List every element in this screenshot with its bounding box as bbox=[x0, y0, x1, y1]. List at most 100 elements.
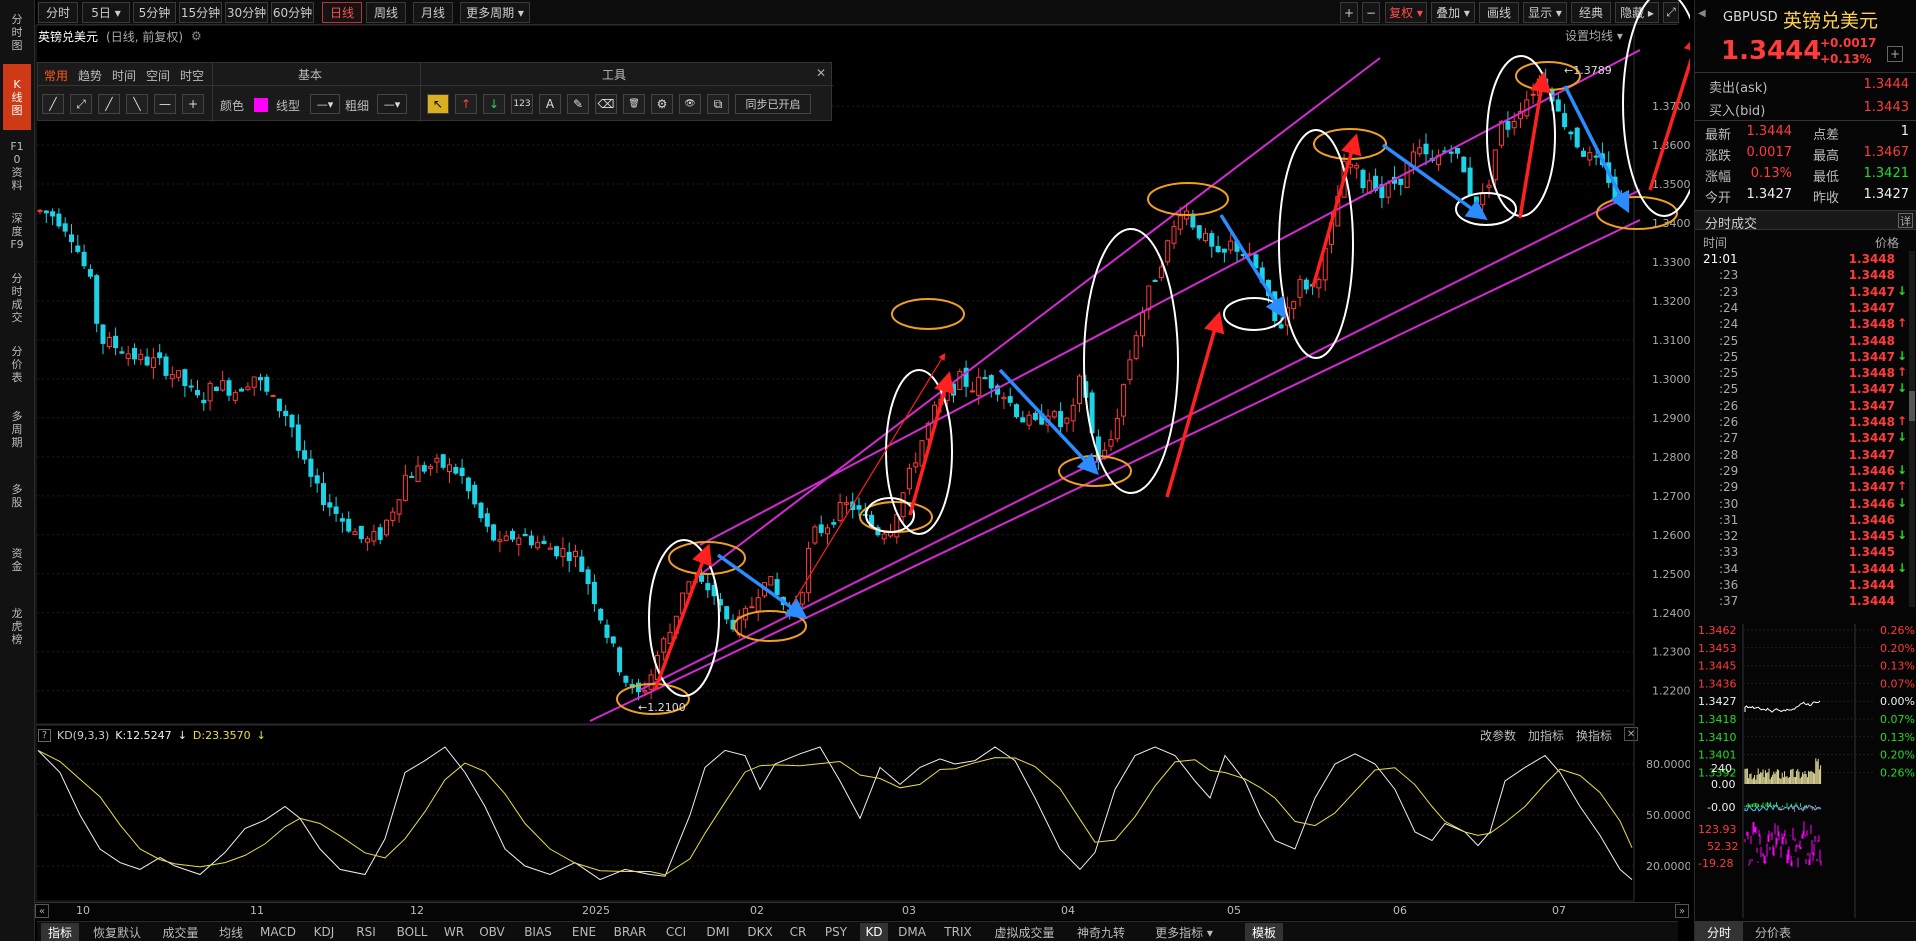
color-swatch[interactable] bbox=[254, 98, 268, 112]
kd-header: ? KD(9,3,3) K:12.5247 ↓ D:23.3570 ↓ bbox=[38, 727, 266, 743]
indicator-tab-3[interactable]: 均线 bbox=[212, 923, 250, 941]
candle bbox=[560, 537, 566, 567]
draw-tool-0-icon[interactable]: ╱ bbox=[42, 94, 64, 114]
indicator-tab-19[interactable]: DMA bbox=[894, 923, 930, 941]
indicator-tab-1[interactable]: 恢复默认 bbox=[85, 923, 149, 941]
mark-tool-2-icon[interactable]: ↓ bbox=[483, 94, 505, 114]
price-tick-label: 1.3700 bbox=[1652, 100, 1690, 113]
tool-tab-0[interactable]: 常用 bbox=[41, 66, 71, 84]
indicator-tab-7[interactable]: BOLL bbox=[390, 923, 434, 941]
tick-direction-icon: ↑ bbox=[1896, 479, 1907, 494]
channel-line bbox=[589, 219, 1641, 722]
indicator-tab-6[interactable]: RSI bbox=[348, 923, 384, 941]
candle bbox=[365, 536, 371, 551]
intraday-mini-chart[interactable]: 1.3462 0.26% 1.3453 0.20% 1.3445 0.13% 1.3436 0… bbox=[1695, 612, 1916, 918]
indicator-tab-13[interactable]: CCI bbox=[658, 923, 694, 941]
mark-tool-5-icon[interactable]: ✎ bbox=[567, 94, 589, 114]
indicator-tab-9[interactable]: OBV bbox=[474, 923, 510, 941]
line-type-select[interactable]: —▾ bbox=[310, 94, 340, 114]
change-params-button[interactable]: 改参数 bbox=[1480, 727, 1516, 744]
add-favorite-icon[interactable]: + bbox=[1887, 46, 1903, 62]
tool-tab-2[interactable]: 时间 bbox=[109, 66, 139, 84]
chart-frame bbox=[35, 24, 1635, 725]
indicator-tab-14[interactable]: DMI bbox=[700, 923, 736, 941]
tool-tab-3[interactable]: 空间 bbox=[143, 66, 173, 84]
tick-row: :25 1.3447 ↓ bbox=[1695, 381, 1916, 397]
draw-tool-2-icon[interactable]: ╱ bbox=[98, 94, 120, 114]
candle bbox=[1530, 83, 1536, 105]
quote-value: 1.3427 bbox=[1863, 187, 1910, 202]
mark-tool-4-icon[interactable]: A bbox=[539, 94, 561, 114]
mini-vol-label: 240 bbox=[1711, 762, 1732, 775]
indicator-tab-22[interactable]: 神奇九转 bbox=[1069, 923, 1133, 941]
mark-tool-8-icon[interactable]: ⚙ bbox=[651, 94, 673, 114]
indicator-tab-17[interactable]: PSY bbox=[818, 923, 854, 941]
indicator-tab-0[interactable]: 指标 bbox=[41, 923, 79, 941]
tick-row: :36 1.3444 bbox=[1695, 577, 1916, 593]
mark-tool-7-icon[interactable]: 🗑 bbox=[623, 94, 645, 114]
mini-pct-label: 0.00% bbox=[1880, 695, 1915, 708]
candle bbox=[1524, 90, 1530, 120]
ticks-detail-icon[interactable]: 详 bbox=[1898, 213, 1913, 228]
panel-collapse-icon[interactable]: ◀ bbox=[1698, 8, 1706, 19]
candle bbox=[289, 413, 295, 438]
tab-price-table[interactable]: 分价表 bbox=[1743, 922, 1803, 941]
price-tick-label: 1.3000 bbox=[1652, 373, 1690, 386]
draw-tool-3-icon[interactable]: ╲ bbox=[126, 94, 148, 114]
tab-intraday[interactable]: 分时 bbox=[1695, 922, 1744, 941]
mark-tool-10-icon[interactable]: ⧉ bbox=[707, 94, 729, 114]
sync-toggle-button[interactable]: 同步已开启 bbox=[735, 94, 811, 114]
add-indicator-button[interactable]: 加指标 bbox=[1528, 727, 1564, 744]
indicator-tab-8[interactable]: WR bbox=[440, 923, 468, 941]
divider bbox=[38, 85, 833, 86]
candle bbox=[1455, 147, 1460, 159]
draw-tool-1-icon[interactable]: ⤢ bbox=[70, 94, 92, 114]
tick-row: :34 1.3444 ↓ bbox=[1695, 561, 1916, 577]
indicator-tab-18[interactable]: KD bbox=[860, 923, 888, 941]
indicator-tab-5[interactable]: KDJ bbox=[306, 923, 342, 941]
switch-indicator-button[interactable]: 换指标 bbox=[1576, 727, 1612, 744]
indicator-tab-21[interactable]: 虚拟成交量 bbox=[986, 923, 1063, 941]
candle bbox=[484, 507, 490, 533]
quote-label: 最高 bbox=[1813, 149, 1840, 164]
indicator-tab-10[interactable]: BIAS bbox=[516, 923, 560, 941]
indicator-tab-23[interactable]: 更多指标 ▾ bbox=[1139, 923, 1229, 941]
quote-label: 最低 bbox=[1813, 170, 1840, 185]
indicator-tab-15[interactable]: DKX bbox=[742, 923, 778, 941]
candle bbox=[522, 528, 528, 537]
draw-tool-4-icon[interactable]: — bbox=[154, 94, 176, 114]
mark-tool-9-icon[interactable]: 👁 bbox=[679, 94, 701, 114]
close-icon[interactable]: ✕ bbox=[816, 66, 826, 80]
mark-tool-0-icon[interactable]: ↖ bbox=[427, 94, 449, 114]
mark-tool-1-icon[interactable]: ↑ bbox=[455, 94, 477, 114]
close-icon[interactable]: ✕ bbox=[1624, 727, 1639, 741]
candle bbox=[308, 449, 314, 488]
candle bbox=[220, 370, 226, 392]
candle bbox=[1360, 168, 1366, 194]
thickness-select[interactable]: —▾ bbox=[377, 94, 407, 114]
bid-value: 1.3443 bbox=[1863, 100, 1910, 115]
mark-tool-3-icon[interactable]: 123 bbox=[511, 94, 533, 114]
candle bbox=[176, 370, 182, 382]
tick-direction-icon: ↑ bbox=[1896, 365, 1907, 380]
indicator-tab-24[interactable]: 模板 bbox=[1245, 923, 1283, 941]
indicator-tab-4[interactable]: MACD bbox=[256, 923, 300, 941]
mini-price-label: 1.3445 bbox=[1698, 660, 1737, 673]
price-tick-label: 1.2700 bbox=[1652, 490, 1690, 503]
tool-tab-4[interactable]: 时空 bbox=[177, 66, 207, 84]
mark-tool-6-icon[interactable]: ⌫ bbox=[595, 94, 617, 114]
draw-tool-5-icon[interactable]: + bbox=[182, 94, 204, 114]
indicator-tab-12[interactable]: BRAR bbox=[608, 923, 652, 941]
candle bbox=[894, 513, 900, 544]
indicator-tab-11[interactable]: ENE bbox=[566, 923, 602, 941]
candle bbox=[163, 353, 169, 380]
tool-tab-1[interactable]: 趋势 bbox=[75, 66, 105, 84]
indicator-tab-16[interactable]: CR bbox=[784, 923, 812, 941]
indicator-tab-2[interactable]: 成交量 bbox=[155, 923, 206, 941]
candle bbox=[1121, 383, 1127, 426]
candle bbox=[37, 209, 43, 215]
help-icon[interactable]: ? bbox=[38, 728, 51, 742]
mini-price-label: 1.3427 bbox=[1698, 695, 1737, 708]
indicator-tab-20[interactable]: TRIX bbox=[936, 923, 980, 941]
ticks-scrollbar[interactable] bbox=[1909, 251, 1915, 607]
